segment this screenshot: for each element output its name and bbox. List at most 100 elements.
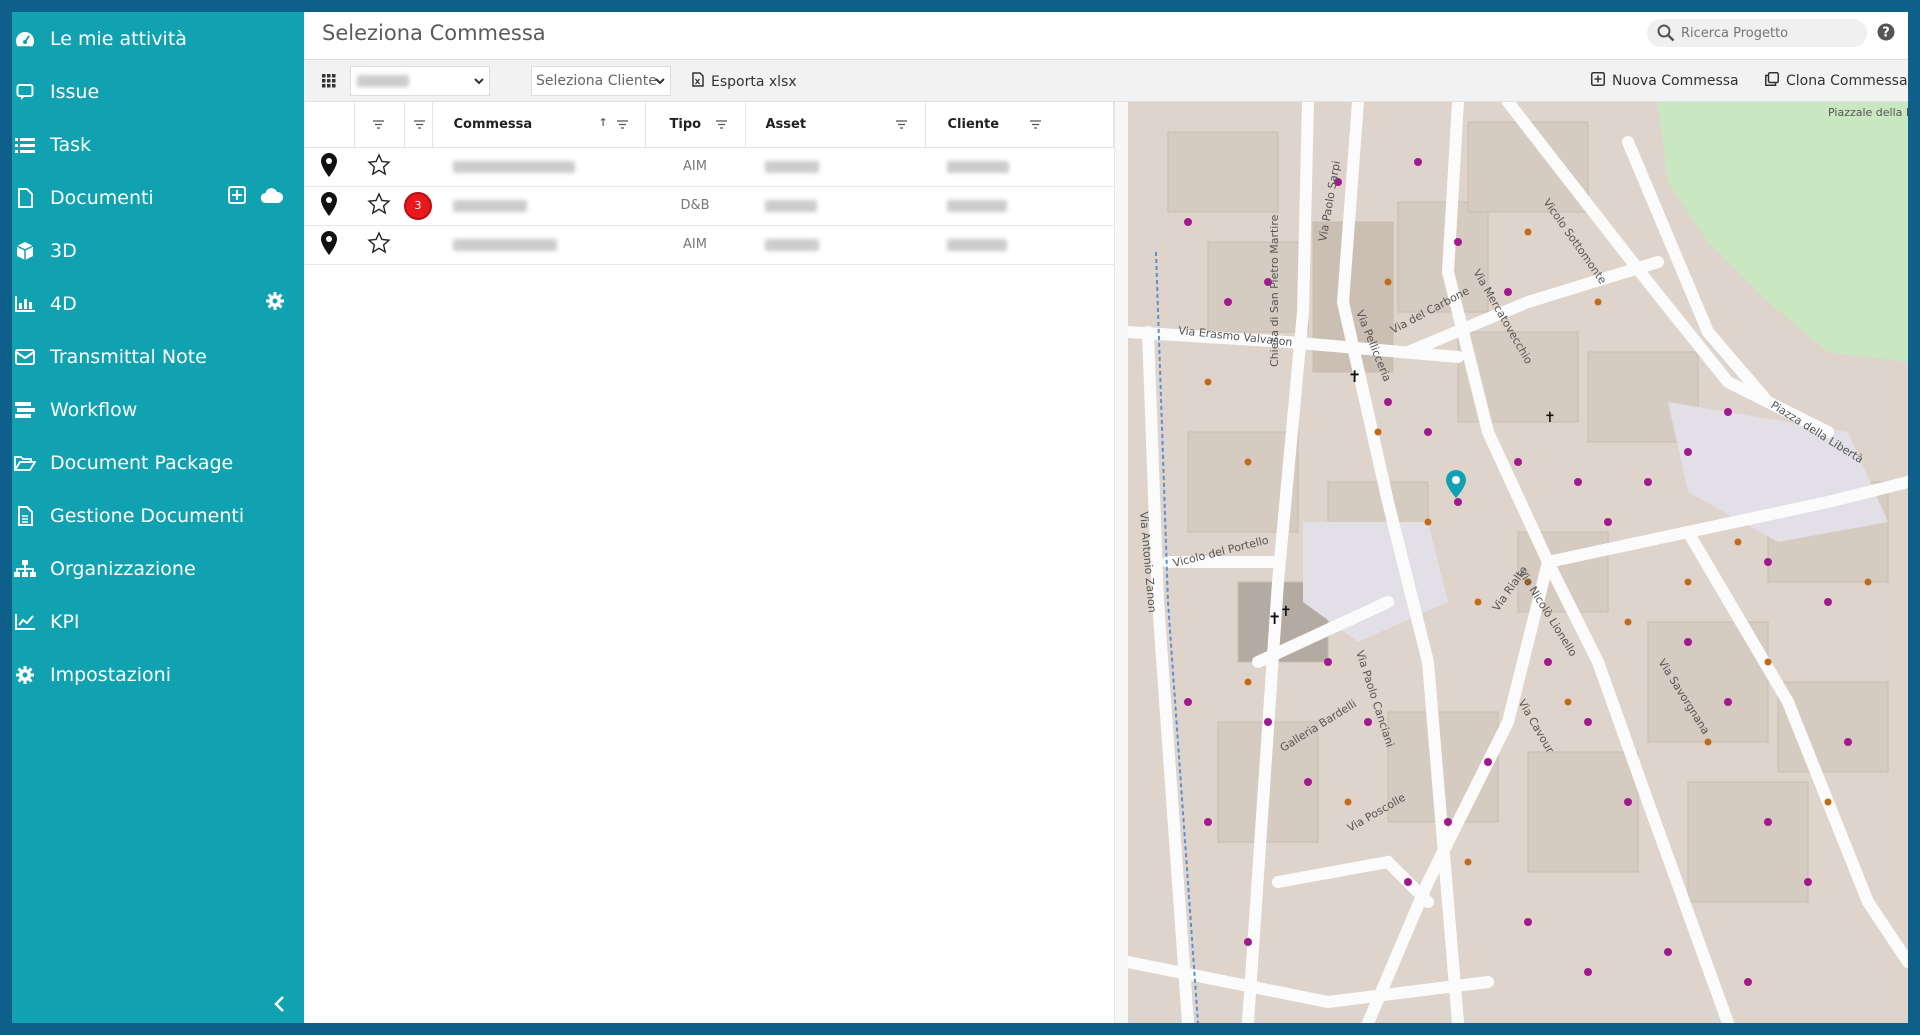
- badge-cell: 3: [404, 186, 432, 226]
- column-tipo[interactable]: Tipo: [645, 102, 746, 148]
- gear-icon[interactable]: [266, 292, 284, 315]
- sidebar-item-label: Issue: [50, 80, 100, 103]
- chevron-down-icon: [654, 73, 666, 93]
- search-input[interactable]: [1681, 25, 1851, 41]
- star-icon[interactable]: [367, 191, 391, 220]
- map-pin-icon[interactable]: [320, 191, 338, 221]
- map-panel[interactable]: ✝ ✝ ✝ ✝ Via Erasmo Valvason Via Paolo Sa…: [1128, 102, 1908, 1023]
- file-excel-icon: [692, 72, 704, 91]
- clone-commessa-label: Clona Commessa: [1786, 73, 1908, 89]
- tipo-cell: AIM: [645, 225, 745, 265]
- badge-cell: [404, 225, 432, 265]
- app-window: Le mie attività Issue Task Documenti 3D …: [12, 12, 1908, 1023]
- sort-asc-icon[interactable]: ↑: [599, 116, 608, 129]
- sidebar-item-workflow[interactable]: Workflow: [12, 383, 304, 436]
- sidebar-item-transmittal-note[interactable]: Transmittal Note: [12, 330, 304, 383]
- clone-commessa-button[interactable]: Clona Commessa: [1765, 72, 1908, 90]
- sidebar-item-organizzazione[interactable]: Organizzazione: [12, 542, 304, 595]
- notification-badge[interactable]: 3: [404, 191, 432, 220]
- filter-icon[interactable]: [413, 118, 425, 133]
- sidebar-item-kpi[interactable]: KPI: [12, 595, 304, 648]
- export-label: Esporta xlsx: [711, 73, 797, 90]
- column-favorite[interactable]: [354, 102, 405, 148]
- sidebar-item-issue[interactable]: Issue: [12, 65, 304, 118]
- new-commessa-button[interactable]: Nuova Commessa: [1591, 72, 1739, 90]
- search-icon: [1657, 24, 1675, 47]
- client-select-label: Seleziona Cliente: [536, 73, 657, 89]
- sidebar-item-label: Documenti: [50, 186, 154, 209]
- help-icon[interactable]: ?: [1877, 23, 1895, 46]
- sidebar-item-3d[interactable]: 3D: [12, 224, 304, 277]
- sidebar-item-label: Document Package: [50, 451, 234, 474]
- column-commessa[interactable]: Commessa ↑: [432, 102, 646, 148]
- column-label: Commessa: [453, 116, 533, 132]
- line-chart-icon: [14, 611, 36, 633]
- dashboard-icon: [14, 28, 36, 50]
- sidebar-item-label: Le mie attività: [50, 27, 187, 50]
- column-map: [304, 102, 355, 148]
- filter-icon[interactable]: [895, 118, 907, 133]
- export-xlsx-button[interactable]: Esporta xlsx: [692, 72, 797, 91]
- map-pin-icon[interactable]: [320, 230, 338, 260]
- sidebar-item-label: Transmittal Note: [50, 345, 207, 368]
- cliente-cell: [925, 186, 1114, 226]
- sidebar-item-impostazioni[interactable]: Impostazioni: [12, 648, 304, 701]
- panel-splitter[interactable]: [1114, 102, 1128, 1023]
- column-asset[interactable]: Asset: [745, 102, 926, 148]
- grid-view-icon[interactable]: [322, 74, 336, 93]
- map-pin-icon[interactable]: [320, 152, 338, 182]
- sidebar-item-label: Organizzazione: [50, 557, 196, 580]
- svg-text:✝: ✝: [1348, 367, 1361, 386]
- cliente-cell: [925, 147, 1114, 187]
- cliente-cell: [925, 225, 1114, 265]
- bar-chart-icon: [14, 293, 36, 315]
- star-icon[interactable]: [367, 230, 391, 259]
- map-canvas[interactable]: ✝ ✝ ✝ ✝ Via Erasmo Valvason Via Paolo Sa…: [1128, 102, 1908, 1023]
- gear-icon: [14, 664, 36, 686]
- add-document-icon[interactable]: [228, 186, 246, 209]
- top-bar: Seleziona Commessa ?: [304, 12, 1908, 60]
- map-pin-cell[interactable]: [304, 225, 354, 265]
- table-row[interactable]: 3 D&B: [304, 186, 1114, 226]
- column-label: Asset: [765, 116, 807, 132]
- table-header-row: Commessa ↑ Tipo Asset Cliente: [304, 102, 1114, 148]
- sidebar-item-documenti[interactable]: Documenti: [12, 171, 304, 224]
- client-select[interactable]: Seleziona Cliente: [531, 66, 671, 96]
- column-badge[interactable]: [404, 102, 433, 148]
- search-box[interactable]: [1647, 19, 1867, 47]
- project-type-select[interactable]: [350, 66, 490, 96]
- filter-icon[interactable]: [372, 118, 384, 133]
- asset-cell: [745, 147, 925, 187]
- filter-icon[interactable]: [616, 118, 628, 133]
- favorite-cell[interactable]: [354, 225, 404, 265]
- sidebar-item-gestione-documenti[interactable]: Gestione Documenti: [12, 489, 304, 542]
- chevron-down-icon: [473, 73, 485, 93]
- document-icon: [14, 187, 36, 209]
- favorite-cell[interactable]: [354, 186, 404, 226]
- collapse-sidebar-icon[interactable]: [270, 994, 290, 1014]
- filter-icon[interactable]: [715, 118, 727, 133]
- sidebar-item-label: Workflow: [50, 398, 138, 421]
- sidebar-item-task[interactable]: Task: [12, 118, 304, 171]
- favorite-cell[interactable]: [354, 147, 404, 187]
- sidebar-item-4d[interactable]: 4D: [12, 277, 304, 330]
- map-pin-cell[interactable]: [304, 186, 354, 226]
- table-row[interactable]: AIM: [304, 225, 1114, 265]
- sidebar-item-le-mie-attivita[interactable]: Le mie attività: [12, 12, 304, 65]
- new-commessa-label: Nuova Commessa: [1612, 73, 1739, 89]
- envelope-icon: [14, 346, 36, 368]
- tipo-cell: D&B: [645, 186, 745, 226]
- column-cliente[interactable]: Cliente: [925, 102, 1114, 148]
- list-icon: [14, 134, 36, 156]
- sidebar-item-document-package[interactable]: Document Package: [12, 436, 304, 489]
- map-pin-cell[interactable]: [304, 147, 354, 187]
- place-label: Chiesa di San Pietro Martire: [1268, 214, 1281, 367]
- column-label: Cliente: [947, 116, 1000, 132]
- table-row[interactable]: AIM: [304, 147, 1114, 187]
- filter-icon[interactable]: [1029, 118, 1041, 133]
- cloud-icon[interactable]: [260, 187, 284, 208]
- sidebar-item-label: Task: [50, 133, 92, 156]
- star-icon[interactable]: [367, 152, 391, 181]
- sidebar: Le mie attività Issue Task Documenti 3D …: [12, 12, 304, 1023]
- commessa-cell: [432, 147, 645, 187]
